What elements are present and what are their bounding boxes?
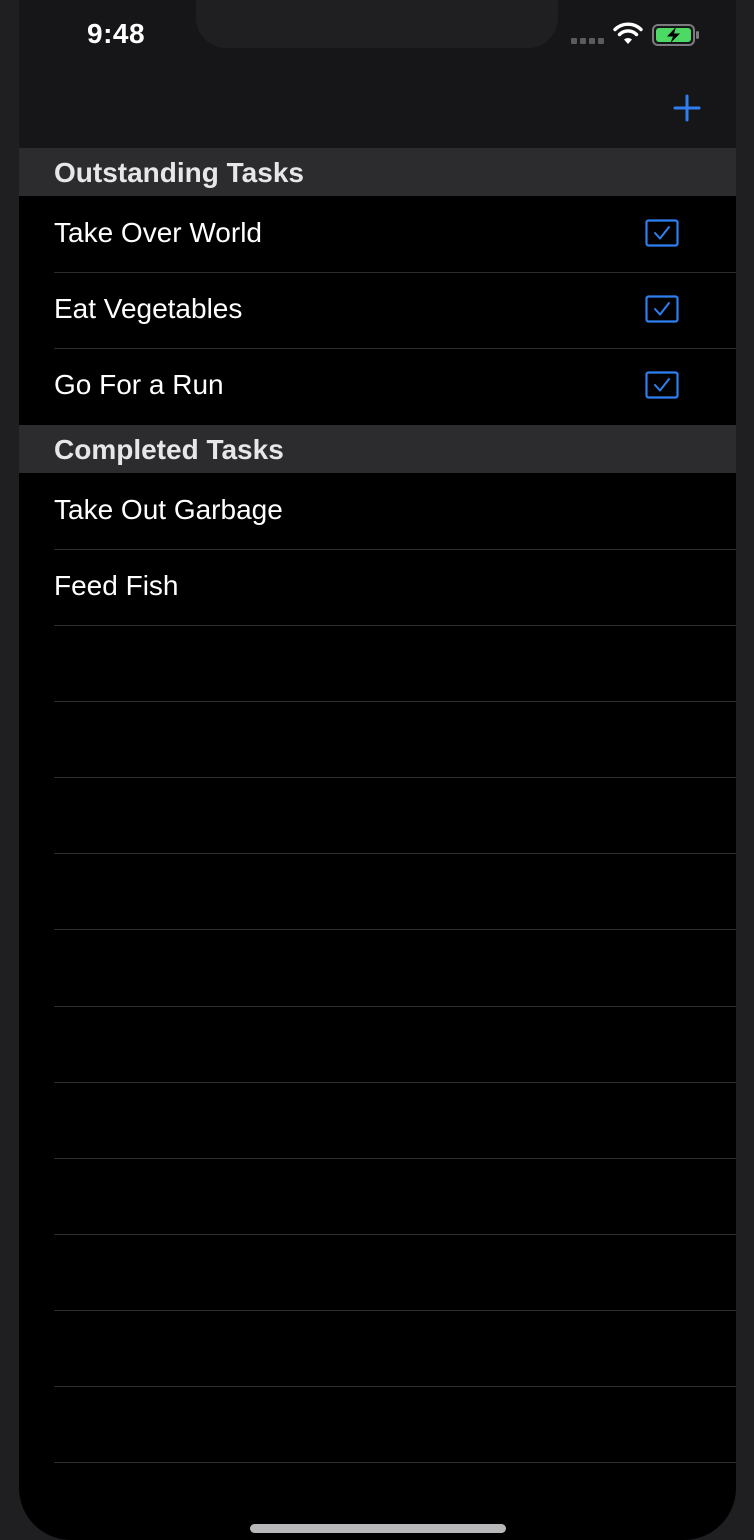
device-notch xyxy=(196,0,558,48)
checkbox-checked-icon[interactable] xyxy=(645,295,679,323)
empty-row-separator xyxy=(54,1234,736,1235)
empty-row-separator xyxy=(54,929,736,930)
section-title: Outstanding Tasks xyxy=(54,157,304,188)
section-title: Completed Tasks xyxy=(54,434,284,465)
task-row[interactable]: Take Out Garbage xyxy=(19,474,736,550)
row-separator xyxy=(54,625,736,626)
empty-row-separator xyxy=(54,1082,736,1083)
signal-dots-icon xyxy=(571,38,605,44)
task-row[interactable]: Feed Fish xyxy=(19,550,736,626)
task-label: Eat Vegetables xyxy=(54,293,243,324)
empty-row-separator xyxy=(54,701,736,702)
wifi-icon xyxy=(613,22,643,44)
empty-row-separator xyxy=(54,1462,736,1463)
task-label: Go For a Run xyxy=(54,369,224,400)
status-time: 9:48 xyxy=(87,18,146,49)
empty-row-separator xyxy=(54,1006,736,1007)
section-header-completed: Completed Tasks xyxy=(19,425,736,473)
battery-charging-icon xyxy=(652,24,699,46)
task-row[interactable]: Go For a Run xyxy=(19,349,736,425)
task-row[interactable]: Take Over World xyxy=(19,197,736,273)
task-label: Take Out Garbage xyxy=(54,494,283,525)
empty-row-separator xyxy=(54,853,736,854)
empty-row-separator xyxy=(54,1158,736,1159)
section-header-outstanding: Outstanding Tasks xyxy=(19,148,736,196)
checkbox-checked-icon[interactable] xyxy=(645,371,679,399)
add-task-button[interactable] xyxy=(667,88,707,128)
navigation-bar: 9:48 xyxy=(19,0,736,148)
home-indicator[interactable] xyxy=(250,1524,506,1533)
empty-row-separator xyxy=(54,1386,736,1387)
device-frame: 9:48 Outstanding Tasks Take Over World E… xyxy=(0,0,754,1540)
empty-row-separator xyxy=(54,777,736,778)
task-label: Feed Fish xyxy=(54,570,179,601)
task-row[interactable]: Eat Vegetables xyxy=(19,273,736,349)
checkbox-checked-icon[interactable] xyxy=(645,219,679,247)
empty-row-separator xyxy=(54,1310,736,1311)
app-screen: 9:48 Outstanding Tasks Take Over World E… xyxy=(19,0,736,1540)
task-label: Take Over World xyxy=(54,217,262,248)
